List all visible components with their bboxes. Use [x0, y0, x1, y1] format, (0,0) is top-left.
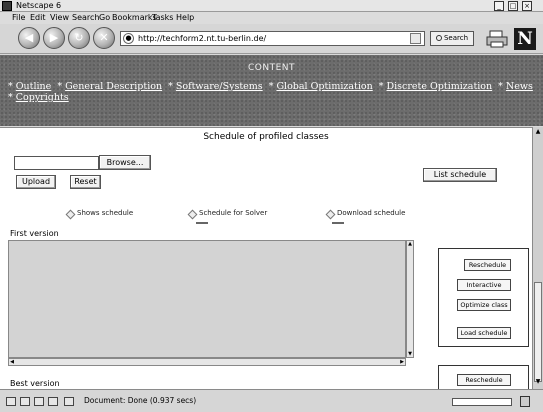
- menu-edit[interactable]: Edit: [30, 12, 46, 24]
- option-underline: [332, 222, 344, 224]
- menu-bookmarks[interactable]: Bookmarks: [112, 12, 157, 24]
- address-book-icon[interactable]: [48, 397, 58, 406]
- first-version-textarea[interactable]: [8, 240, 406, 358]
- textarea-horizontal-scrollbar[interactable]: ◀ ▶: [8, 358, 406, 366]
- composer-icon[interactable]: [34, 397, 44, 406]
- menu-file[interactable]: File: [12, 12, 25, 24]
- bullet-icon: *: [8, 92, 13, 103]
- interactive-button[interactable]: Interactive: [457, 279, 511, 291]
- page-vertical-scrollbar[interactable]: ▲ ▼: [532, 127, 543, 389]
- banner-nav: * Outline * General Description * Software/…: [8, 81, 538, 103]
- bullet-icon: *: [378, 81, 384, 92]
- url-bar[interactable]: ● http://techform2.nt.tu-berlin.de/: [120, 31, 425, 46]
- page-icon: ●: [123, 33, 134, 44]
- reset-button[interactable]: Reset: [70, 175, 101, 189]
- banner-title: CONTENT: [247, 63, 295, 73]
- scroll-right-icon[interactable]: ▶: [399, 359, 405, 365]
- bullet-icon: *: [8, 81, 13, 92]
- browse-button[interactable]: Browse...: [99, 155, 151, 170]
- stop-icon: ✕: [99, 31, 109, 44]
- scroll-down-icon[interactable]: ▼: [534, 378, 542, 386]
- link-copyrights[interactable]: Copyrights: [16, 92, 69, 103]
- upload-button[interactable]: Upload: [16, 175, 56, 189]
- reschedule-button-2[interactable]: Reschedule: [457, 374, 511, 386]
- print-icon[interactable]: [486, 30, 508, 48]
- forward-button[interactable]: ▶: [43, 27, 65, 49]
- actions-panel: Reschedule Interactive Optimize class Lo…: [438, 248, 529, 347]
- radio-shows-schedule[interactable]: [65, 209, 76, 220]
- back-button[interactable]: ◀: [18, 27, 40, 49]
- radio-schedule-for-solver[interactable]: [187, 209, 198, 220]
- menu-go[interactable]: Go: [99, 12, 110, 24]
- radio-download-schedule[interactable]: [325, 209, 336, 220]
- scroll-down-icon[interactable]: ▼: [407, 351, 413, 357]
- reschedule-button[interactable]: Reschedule: [464, 259, 511, 271]
- status-text: Document: Done (0.937 secs): [84, 396, 197, 405]
- netscape-logo[interactable]: N: [514, 28, 536, 50]
- menu-tasks[interactable]: Tasks: [152, 12, 173, 24]
- bullet-icon: *: [168, 81, 173, 92]
- load-schedule-button[interactable]: Load schedule: [457, 327, 511, 339]
- url-dropdown-icon[interactable]: [410, 33, 421, 44]
- progress-bar: [452, 398, 512, 406]
- file-path-input[interactable]: [14, 156, 99, 170]
- radio-label: Shows schedule: [77, 209, 134, 217]
- maximize-button[interactable]: □: [508, 1, 518, 11]
- bullet-icon: *: [498, 81, 503, 92]
- link-general-description[interactable]: General Description: [65, 81, 162, 92]
- status-bar: Document: Done (0.937 secs): [0, 389, 543, 412]
- search-button-label: Search: [443, 34, 469, 42]
- menu-search[interactable]: Search: [72, 12, 99, 24]
- mail-icon[interactable]: [20, 397, 30, 406]
- option-underline: [196, 222, 208, 224]
- scroll-up-icon[interactable]: ▲: [534, 128, 542, 136]
- link-outline[interactable]: Outline: [16, 81, 52, 92]
- menu-help[interactable]: Help: [176, 12, 194, 24]
- forward-icon: ▶: [49, 31, 59, 44]
- search-icon: [435, 35, 442, 41]
- search-button[interactable]: Search: [430, 31, 474, 46]
- bullet-icon: *: [57, 81, 63, 92]
- close-button[interactable]: ×: [522, 1, 532, 11]
- menu-view[interactable]: View: [50, 12, 69, 24]
- menu-bar: File Edit View Search Go Bookmarks Tasks…: [0, 12, 543, 24]
- optimize-class-button[interactable]: Optimize class: [457, 299, 511, 311]
- page-title: Schedule of profiled classes: [203, 132, 329, 142]
- link-software-systems[interactable]: Software/Systems: [176, 81, 263, 92]
- radio-label: Download schedule: [337, 209, 406, 217]
- link-global-optimization[interactable]: Global Optimization: [276, 81, 372, 92]
- radio-label: Schedule for Solver: [199, 209, 268, 217]
- content-banner: CONTENT * Outline * General Description * S…: [0, 55, 543, 126]
- security-lock-icon[interactable]: [520, 396, 530, 407]
- minimize-button[interactable]: _: [494, 1, 504, 11]
- scroll-up-icon[interactable]: ▲: [407, 241, 413, 247]
- online-status-icon[interactable]: [64, 397, 74, 406]
- list-schedule-button[interactable]: List schedule: [423, 168, 497, 182]
- best-version-label: Best version: [10, 379, 60, 388]
- page-content: Schedule of profiled classes Browse... U…: [0, 127, 532, 389]
- textarea-vertical-scrollbar[interactable]: ▲ ▼: [406, 240, 414, 358]
- window-titlebar: Netscape 6 _ □ ×: [0, 0, 543, 12]
- link-discrete-optimization[interactable]: Discrete Optimization: [387, 81, 493, 92]
- reload-button[interactable]: ↻: [68, 27, 90, 49]
- first-version-label: First version: [10, 229, 59, 238]
- scrollbar-thumb[interactable]: [534, 282, 542, 382]
- netscape-window-icon: [2, 1, 12, 11]
- navigator-icon[interactable]: [6, 397, 16, 406]
- navigation-toolbar: ◀ ▶ ↻ ✕ ● http://techform2.nt.tu-berlin.…: [0, 24, 543, 54]
- reload-icon: ↻: [74, 31, 84, 44]
- stop-button[interactable]: ✕: [93, 27, 115, 49]
- scroll-left-icon[interactable]: ◀: [9, 359, 15, 365]
- actions-panel-2: Reschedule: [438, 365, 529, 389]
- back-icon: ◀: [24, 31, 34, 44]
- window-title: Netscape 6: [16, 1, 62, 10]
- bullet-icon: *: [268, 81, 274, 92]
- link-news[interactable]: News: [506, 81, 533, 92]
- url-text[interactable]: http://techform2.nt.tu-berlin.de/: [138, 32, 266, 45]
